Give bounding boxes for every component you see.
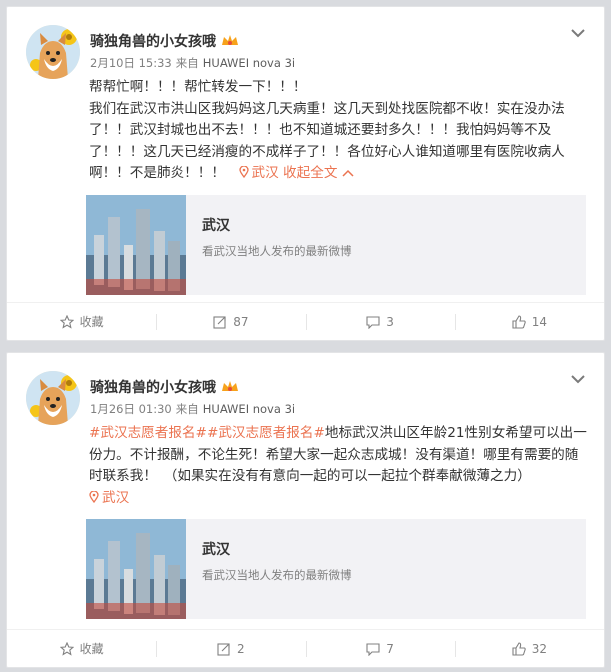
vip-crown-icon[interactable]: [221, 380, 239, 394]
star-icon: [59, 314, 74, 329]
post-text: 帮帮忙啊！！！帮忙转发一下！！！ 我们在武汉市洪山区我妈妈这几天病重！这几天到处…: [89, 77, 591, 185]
username-text: 骑独角兽的小女孩哦: [90, 380, 216, 396]
post-meta: 1月26日 01:30 来自 HUAWEI nova 3i: [90, 401, 299, 417]
favorite-button[interactable]: 收藏: [7, 630, 156, 667]
star-icon: [59, 641, 74, 656]
city-thumbnail: [86, 195, 186, 295]
city-thumbnail: [86, 519, 186, 619]
repost-count: 2: [237, 641, 245, 656]
post-date[interactable]: 2月10日 15:33: [90, 56, 172, 70]
avatar[interactable]: [26, 25, 80, 79]
city-skyline-icon: [86, 519, 186, 619]
action-bar: 收藏 2 7 32: [7, 629, 604, 667]
client-name[interactable]: HUAWEI nova 3i: [203, 56, 295, 70]
post-text: #武汉志愿者报名##武汉志愿者报名#地标武汉洪山区年龄21性别女希望可以出一份力…: [89, 423, 591, 509]
action-bar: 收藏 87 3 14: [7, 302, 604, 340]
username[interactable]: 骑独角兽的小女孩哦: [90, 31, 239, 51]
hashtag-link[interactable]: #武汉志愿者报名#: [89, 425, 207, 441]
post-line: 帮帮忙啊！！！帮忙转发一下！！！: [89, 79, 307, 95]
collapse-label: 收起全文: [283, 165, 338, 181]
favorite-label: 收藏: [79, 642, 104, 656]
shiba-avatar-icon: [26, 371, 80, 425]
comment-button[interactable]: 7: [305, 630, 455, 667]
like-button[interactable]: 32: [454, 630, 604, 667]
via-label: 来自: [175, 56, 199, 70]
post-meta: 2月10日 15:33 来自 HUAWEI nova 3i: [90, 55, 299, 71]
comment-icon: [366, 642, 380, 656]
repost-icon: [213, 315, 226, 329]
like-count: 32: [531, 641, 548, 656]
repost-button[interactable]: 2: [156, 630, 305, 667]
city-skyline-icon: [86, 195, 186, 295]
via-label: 来自: [175, 402, 199, 416]
username-text: 骑独角兽的小女孩哦: [90, 34, 216, 50]
location-link[interactable]: 武汉: [89, 490, 129, 506]
link-card-desc: 看武汉当地人发布的最新微博: [202, 568, 352, 582]
link-card-title: 武汉: [202, 218, 230, 234]
location-row: 武汉: [89, 488, 591, 510]
favorite-label: 收藏: [79, 315, 104, 329]
location-link[interactable]: 武汉: [238, 165, 279, 181]
link-card-desc: 看武汉当地人发布的最新微博: [202, 244, 352, 258]
like-count: 14: [531, 314, 548, 329]
link-card-title: 武汉: [202, 542, 230, 558]
client-name[interactable]: HUAWEI nova 3i: [203, 402, 295, 416]
post-date[interactable]: 1月26日 01:30: [90, 402, 172, 416]
shiba-avatar-icon: [26, 25, 80, 79]
favorite-button[interactable]: 收藏: [7, 303, 156, 340]
hashtag-link[interactable]: #武汉志愿者报名#: [207, 425, 325, 441]
weibo-post-card: 骑独角兽的小女孩哦 1月26日 01:30 来自 HUAWEI nova 3i #武…: [6, 352, 605, 668]
location-text: 武汉: [251, 165, 279, 181]
collapse-button[interactable]: 收起全文: [283, 165, 354, 181]
like-icon: [512, 641, 526, 656]
repost-button[interactable]: 87: [156, 303, 305, 340]
comment-icon: [366, 315, 380, 329]
like-button[interactable]: 14: [454, 303, 604, 340]
comment-button[interactable]: 3: [305, 303, 455, 340]
link-card[interactable]: 武汉 看武汉当地人发布的最新微博: [86, 195, 586, 295]
post-body: 我们在武汉市洪山区我妈妈这几天病重！这几天到处找医院都不收！实在没办法了！！武汉…: [89, 99, 591, 185]
chevron-down-icon[interactable]: [570, 27, 586, 39]
vip-crown-icon[interactable]: [221, 34, 239, 48]
collapse-up-icon: [342, 169, 354, 177]
avatar[interactable]: [26, 371, 80, 425]
comment-count: 7: [386, 641, 394, 656]
location-pin-icon: [238, 166, 249, 178]
weibo-post-card: 骑独角兽的小女孩哦 2月10日 15:33 来自 HUAWEI nova 3i 帮帮…: [6, 6, 605, 341]
post-body: #武汉志愿者报名##武汉志愿者报名#地标武汉洪山区年龄21性别女希望可以出一份力…: [89, 423, 591, 488]
location-pin-icon: [89, 490, 99, 503]
comment-count: 3: [386, 314, 394, 329]
repost-count: 87: [233, 314, 249, 329]
repost-icon: [217, 642, 230, 656]
chevron-down-icon[interactable]: [570, 373, 586, 385]
username[interactable]: 骑独角兽的小女孩哦: [90, 377, 239, 397]
like-icon: [512, 314, 526, 329]
link-card[interactable]: 武汉 看武汉当地人发布的最新微博: [86, 519, 586, 619]
location-text: 武汉: [102, 489, 130, 506]
